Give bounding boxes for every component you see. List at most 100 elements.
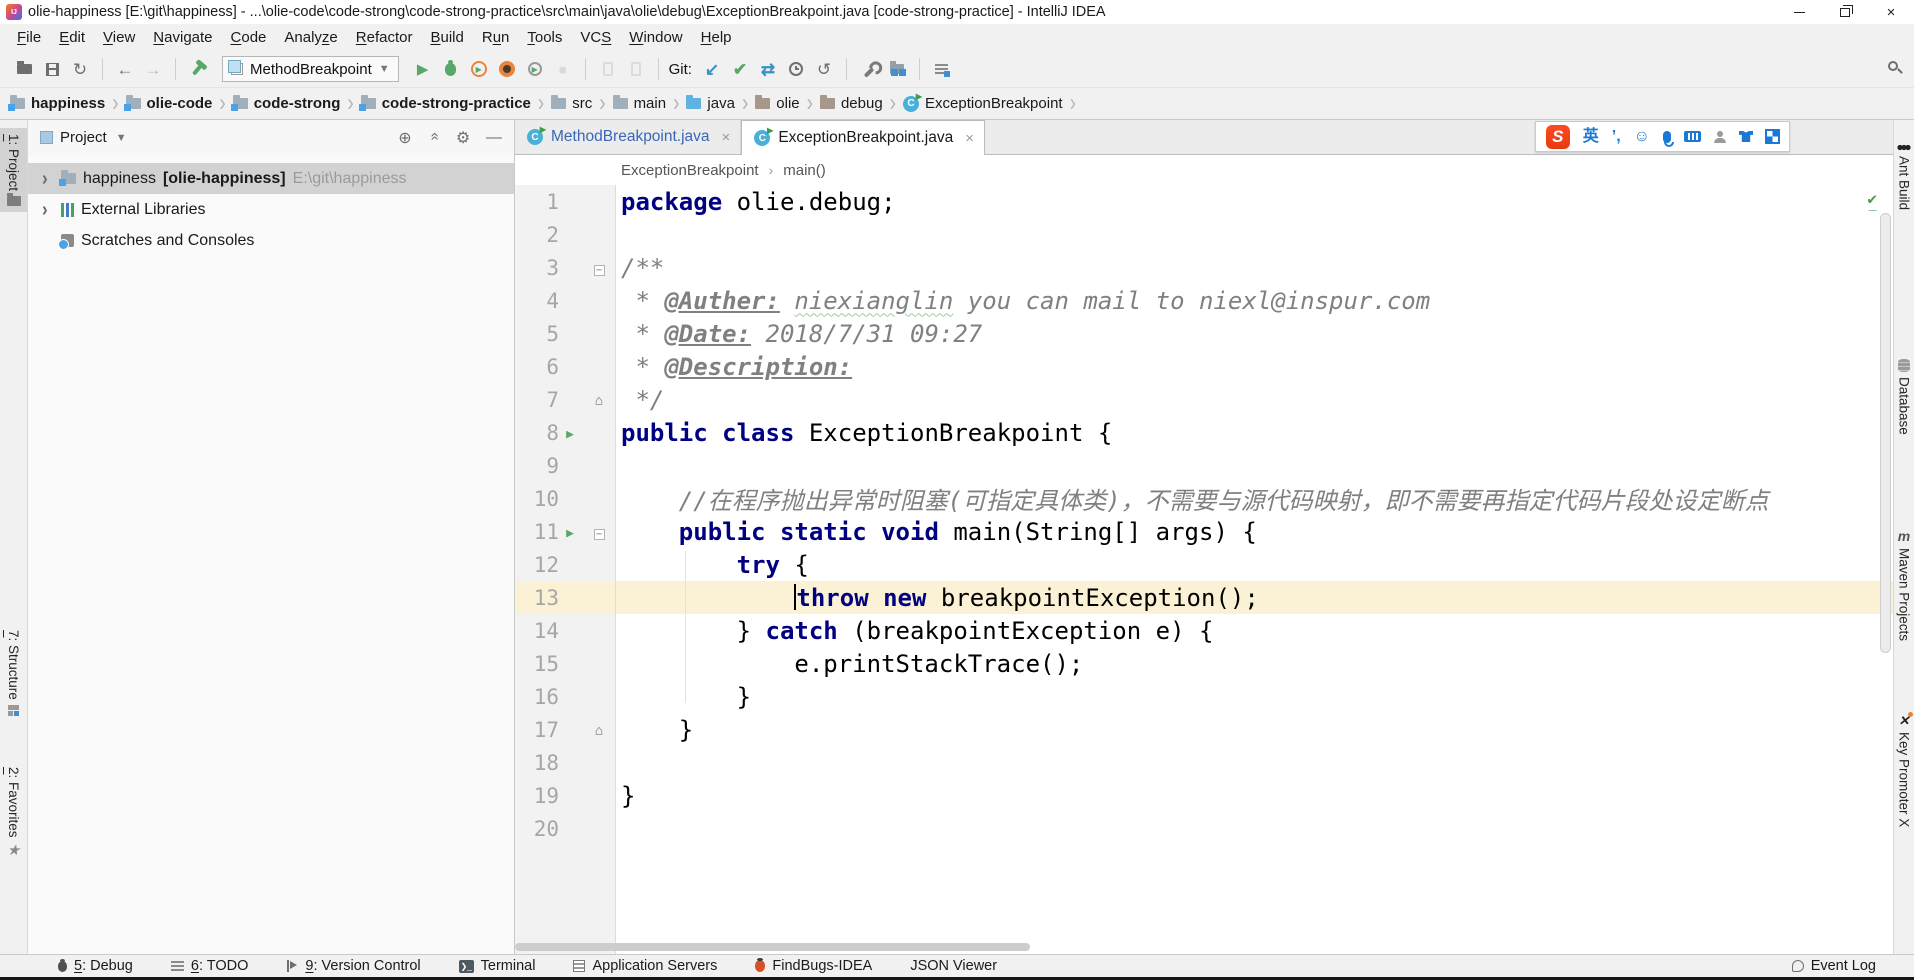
git-history-icon[interactable] [782, 55, 810, 83]
line-number[interactable]: 2 [515, 223, 559, 247]
gutter[interactable]: 16 [515, 680, 615, 713]
gutter[interactable]: 4 [515, 284, 615, 317]
gutter[interactable]: 1 [515, 185, 615, 218]
run-config-dropdown[interactable]: MethodBreakpoint▼ [222, 56, 399, 82]
git-commit-icon[interactable]: ✔ [726, 55, 754, 83]
fold-open-icon[interactable]: − [594, 529, 605, 540]
line-number[interactable]: 10 [515, 487, 559, 511]
breadcrumb-item-main[interactable]: main [613, 95, 667, 112]
stripe-button-maven-projects[interactable]: mMaven Projects [1894, 525, 1914, 645]
gutter[interactable]: 17 ⌂ [515, 713, 615, 746]
run-marker[interactable]: ▶ [559, 423, 581, 442]
code-line-6[interactable]: 6 * @Description: [515, 350, 1893, 383]
line-number[interactable]: 15 [515, 652, 559, 676]
run-marker[interactable]: ▶ [559, 522, 581, 541]
open-folder-icon[interactable] [10, 55, 38, 83]
code-line-5[interactable]: 5 * @Date: 2018/7/31 09:27 [515, 317, 1893, 350]
close-icon[interactable]: × [722, 129, 731, 146]
breadcrumb-item-olie-code[interactable]: olie-code [126, 95, 213, 112]
gutter[interactable]: 10 [515, 482, 615, 515]
hide-panel-icon[interactable]: — [482, 129, 506, 147]
gutter[interactable]: 9 [515, 449, 615, 482]
code-editor[interactable]: 1package olie.debug;23−/**4 * @Auther: n… [515, 185, 1893, 954]
breadcrumb-member[interactable]: main() [783, 162, 826, 179]
gutter[interactable]: 13 [515, 581, 615, 614]
back-icon[interactable]: ← [111, 55, 139, 83]
code-line-7[interactable]: 7⌂ */ [515, 383, 1893, 416]
toolwindow-button-event-log[interactable]: Event Log [1792, 958, 1876, 974]
close-icon[interactable]: × [965, 130, 974, 147]
code-line-3[interactable]: 3−/** [515, 251, 1893, 284]
toolwindow-button-6-todo[interactable]: 6: TODO [171, 958, 249, 974]
line-number[interactable]: 6 [515, 355, 559, 379]
run-with-profiler-icon[interactable]: ▶ [521, 55, 549, 83]
build-hammer-icon[interactable] [184, 55, 212, 83]
code-line-11[interactable]: 11▶− public static void main(String[] ar… [515, 515, 1893, 548]
locate-file-icon[interactable]: ⊕ [393, 128, 417, 148]
fold-marker[interactable]: − [589, 258, 609, 277]
gutter[interactable]: 18 [515, 746, 615, 779]
line-number[interactable]: 5 [515, 322, 559, 346]
line-number[interactable]: 9 [515, 454, 559, 478]
breadcrumb-item-src[interactable]: src [551, 95, 592, 112]
code-line-14[interactable]: 14 } catch (breakpointException e) { [515, 614, 1893, 647]
skin-icon[interactable] [1739, 131, 1753, 142]
line-number[interactable]: 1 [515, 190, 559, 214]
gutter[interactable]: 11▶− [515, 515, 615, 548]
code-line-12[interactable]: 12 try { [515, 548, 1893, 581]
line-number[interactable]: 17 [515, 718, 559, 742]
stripe-button-key-promoter-x[interactable]: ✕Key Promoter X [1894, 710, 1914, 831]
save-icon[interactable] [38, 55, 66, 83]
ime-punctuation-icon[interactable]: ’, [1612, 129, 1621, 145]
menu-item-file[interactable]: File [8, 27, 50, 48]
toolwindow-button-9-version-control[interactable]: 9: Version Control [286, 958, 420, 974]
chevron-down-icon[interactable]: ▼ [379, 63, 390, 75]
line-number[interactable]: 19 [515, 784, 559, 808]
line-number[interactable]: 3 [515, 256, 559, 280]
toolwindow-button-5-debug[interactable]: 5: Debug [58, 958, 133, 974]
line-number[interactable]: 16 [515, 685, 559, 709]
tree-row[interactable]: ›happiness [olie-happiness] E:\git\happi… [28, 163, 514, 194]
fold-marker[interactable]: ⌂ [589, 720, 609, 739]
code-line-2[interactable]: 2 [515, 218, 1893, 251]
run-line-icon[interactable]: ▶ [566, 427, 574, 442]
menu-item-window[interactable]: Window [620, 27, 691, 48]
menu-item-run[interactable]: Run [473, 27, 519, 48]
breadcrumb-item-ExceptionBreakpoint[interactable]: CExceptionBreakpoint [903, 95, 1063, 112]
sync-icon[interactable]: ↻ [66, 55, 94, 83]
fold-marker[interactable]: − [589, 522, 609, 541]
gutter[interactable]: 20 [515, 812, 615, 845]
breadcrumb-item-olie[interactable]: olie [755, 95, 799, 112]
code-line-8[interactable]: 8▶public class ExceptionBreakpoint { [515, 416, 1893, 449]
gutter[interactable]: 2 [515, 218, 615, 251]
gear-icon[interactable]: ⚙ [451, 128, 475, 148]
fold-marker[interactable]: ⌂ [589, 390, 609, 409]
stripe-button-2-favorites[interactable]: 2: Favorites★ [0, 761, 27, 864]
code-line-19[interactable]: 19} [515, 779, 1893, 812]
breadcrumb-item-code-strong[interactable]: code-strong [233, 95, 341, 112]
gutter[interactable]: 14 [515, 614, 615, 647]
git-rollback-icon[interactable]: ↺ [810, 55, 838, 83]
tree-row[interactable]: ›External Libraries [28, 194, 514, 225]
inspections-ok-icon[interactable]: ✔﹏ [1867, 191, 1877, 212]
profiler-icon[interactable] [493, 55, 521, 83]
collapse-all-icon[interactable]: » [426, 128, 443, 148]
run-icon[interactable]: ▶ [409, 55, 437, 83]
gutter[interactable]: 5 [515, 317, 615, 350]
gutter[interactable]: 12 [515, 548, 615, 581]
fold-open-icon[interactable]: − [594, 265, 605, 276]
line-number[interactable]: 18 [515, 751, 559, 775]
stripe-button-7-structure[interactable]: 7: Structure [0, 624, 27, 722]
tree-row[interactable]: ›Scratches and Consoles [28, 225, 514, 256]
breadcrumb-item-happiness[interactable]: happiness [10, 95, 105, 112]
code-line-15[interactable]: 15 e.printStackTrace(); [515, 647, 1893, 680]
keyboard-icon[interactable] [1684, 131, 1701, 142]
breadcrumb-item-debug[interactable]: debug [820, 95, 883, 112]
code-line-1[interactable]: 1package olie.debug; [515, 185, 1893, 218]
stripe-button-1-project[interactable]: 1: Project [0, 128, 27, 212]
maximize-button[interactable] [1822, 0, 1868, 24]
stripe-button-database[interactable]: Database [1894, 355, 1914, 439]
line-number[interactable]: 4 [515, 289, 559, 313]
gutter[interactable]: 6 [515, 350, 615, 383]
toolwindow-button-json-viewer[interactable]: JSON Viewer [910, 958, 997, 974]
